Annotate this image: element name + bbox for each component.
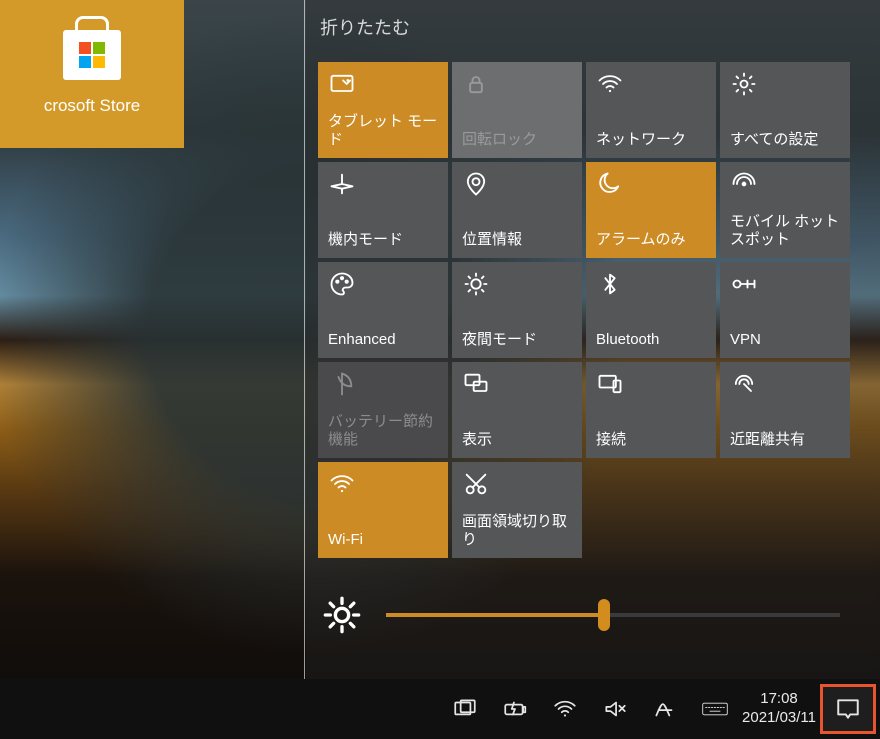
store-bag-icon [59,14,125,80]
network-icon [596,70,624,98]
night-light-icon [462,270,490,298]
tile-label: Wi-Fi [328,531,440,550]
tile-connect[interactable]: 接続 [586,362,716,458]
connect-icon [596,370,624,398]
desktop: crosoft Store 折りたたむ タブレット モード 回転ロック ネットワーク… [0,0,880,739]
task-view-icon[interactable] [452,696,478,722]
tile-night-light[interactable]: 夜間モード [452,262,582,358]
vpn-icon [730,270,758,298]
tile-leaf: バッテリー節約機能 [318,362,448,458]
action-center-panel: 折りたたむ タブレット モード 回転ロック ネットワーク すべての設定機内モード 位置情… [306,0,880,679]
tile-label: 回転ロック [462,131,574,150]
touch-keyboard-icon[interactable] [702,696,728,722]
tile-vpn[interactable]: VPN [720,262,850,358]
tile-settings[interactable]: すべての設定 [720,62,850,158]
tile-moon[interactable]: アラームのみ [586,162,716,258]
tile-label: 接続 [596,431,708,450]
tile-palette[interactable]: Enhanced [318,262,448,358]
tile-label: 機内モード [328,231,440,250]
palette-icon [328,270,356,298]
wifi-tray-icon[interactable] [552,696,578,722]
tile-label: タブレット モード [328,113,440,151]
tile-nearby[interactable]: 近距離共有 [720,362,850,458]
ms-store-tile[interactable]: crosoft Store [0,0,184,148]
quick-action-tiles: タブレット モード 回転ロック ネットワーク すべての設定機内モード 位置情報 アラームの… [318,62,860,558]
ime-icon[interactable] [652,696,678,722]
tile-project[interactable]: 表示 [452,362,582,458]
settings-icon [730,70,758,98]
tile-label: 表示 [462,431,574,450]
brightness-icon [322,595,362,635]
brightness-thumb[interactable] [598,599,610,631]
tile-label: すべての設定 [730,131,842,150]
tile-label: VPN [730,331,842,350]
tile-label: ネットワーク [596,131,708,150]
tile-tablet-mode[interactable]: タブレット モード [318,62,448,158]
moon-icon [596,170,624,198]
brightness-slider[interactable] [322,595,840,635]
tile-label: 位置情報 [462,231,574,250]
hotspot-icon [730,170,758,198]
tile-label: アラームのみ [596,231,708,250]
tile-rotation-lock: 回転ロック [452,62,582,158]
collapse-button[interactable]: 折りたたむ [320,14,410,40]
action-center-button[interactable] [820,684,876,734]
tile-wifi[interactable]: Wi-Fi [318,462,448,558]
tile-label: 画面領域切り取り [462,513,574,551]
tile-label: Enhanced [328,331,440,350]
tile-airplane[interactable]: 機内モード [318,162,448,258]
tile-label: バッテリー節約機能 [328,413,440,451]
tile-snip[interactable]: 画面領域切り取り [452,462,582,558]
brightness-fill [386,613,604,617]
tile-location[interactable]: 位置情報 [452,162,582,258]
snip-icon [462,470,490,498]
tile-label: 近距離共有 [730,431,842,450]
tile-hotspot[interactable]: モバイル ホットスポット [720,162,850,258]
tile-label: Bluetooth [596,331,708,350]
brightness-rail[interactable] [386,613,840,617]
tablet-mode-icon [328,70,356,98]
volume-muted-icon[interactable] [602,696,628,722]
tile-network[interactable]: ネットワーク [586,62,716,158]
battery-icon[interactable] [502,696,528,722]
clock-date: 2021/03/11 [742,709,816,728]
leaf-icon [328,370,356,398]
project-icon [462,370,490,398]
clock-time: 17:08 [760,690,798,709]
system-tray [452,696,728,722]
bluetooth-icon [596,270,624,298]
taskbar: 17:08 2021/03/11 [0,679,880,739]
wifi-icon [328,470,356,498]
rotation-lock-icon [462,70,490,98]
ms-store-label: crosoft Store [0,96,184,116]
taskbar-clock[interactable]: 17:08 2021/03/11 [742,690,816,728]
location-icon [462,170,490,198]
tile-bluetooth[interactable]: Bluetooth [586,262,716,358]
action-center-separator [304,0,305,679]
tile-label: 夜間モード [462,331,574,350]
tile-label: モバイル ホットスポット [730,213,842,251]
nearby-icon [730,370,758,398]
airplane-icon [328,170,356,198]
